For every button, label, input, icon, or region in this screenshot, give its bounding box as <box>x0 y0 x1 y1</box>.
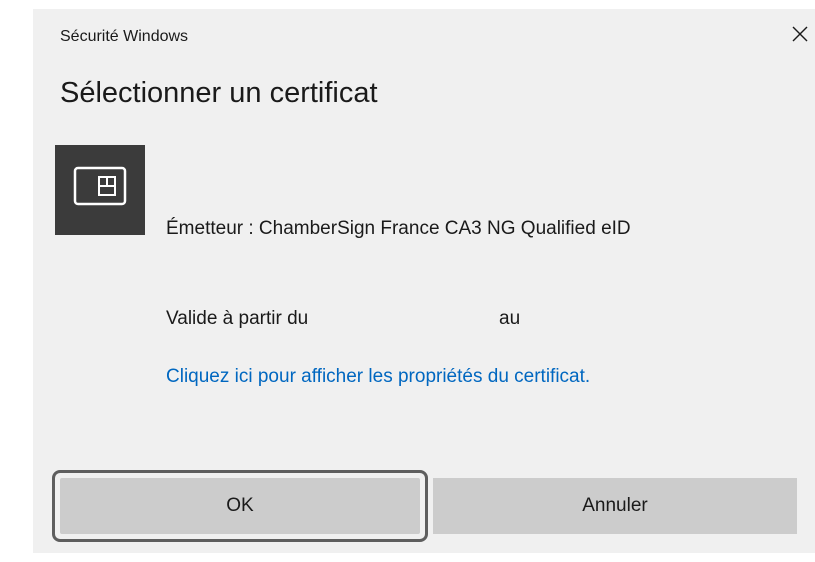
cancel-button[interactable]: Annuler <box>433 478 797 534</box>
certificate-properties-link[interactable]: Cliquez ici pour afficher les propriétés… <box>166 363 646 391</box>
certificate-validity: Valide à partir du au <box>166 308 520 330</box>
close-button[interactable] <box>785 19 815 49</box>
certificate-dialog: Sécurité Windows Sélectionner un certifi… <box>33 9 815 553</box>
valid-from-label: Valide à partir du <box>166 308 309 329</box>
certificate-tile <box>55 145 145 235</box>
smart-card-icon <box>73 166 127 206</box>
window-title: Sécurité Windows <box>60 28 189 45</box>
dialog-heading: Sélectionner un certificat <box>60 77 378 109</box>
ok-button-label[interactable]: OK <box>60 478 420 534</box>
certificate-issuer: Émetteur : ChamberSign France CA3 NG Qua… <box>166 218 631 239</box>
close-icon[interactable] <box>791 25 809 43</box>
ok-button[interactable]: OK <box>52 470 428 542</box>
valid-to-label: au <box>499 308 521 329</box>
